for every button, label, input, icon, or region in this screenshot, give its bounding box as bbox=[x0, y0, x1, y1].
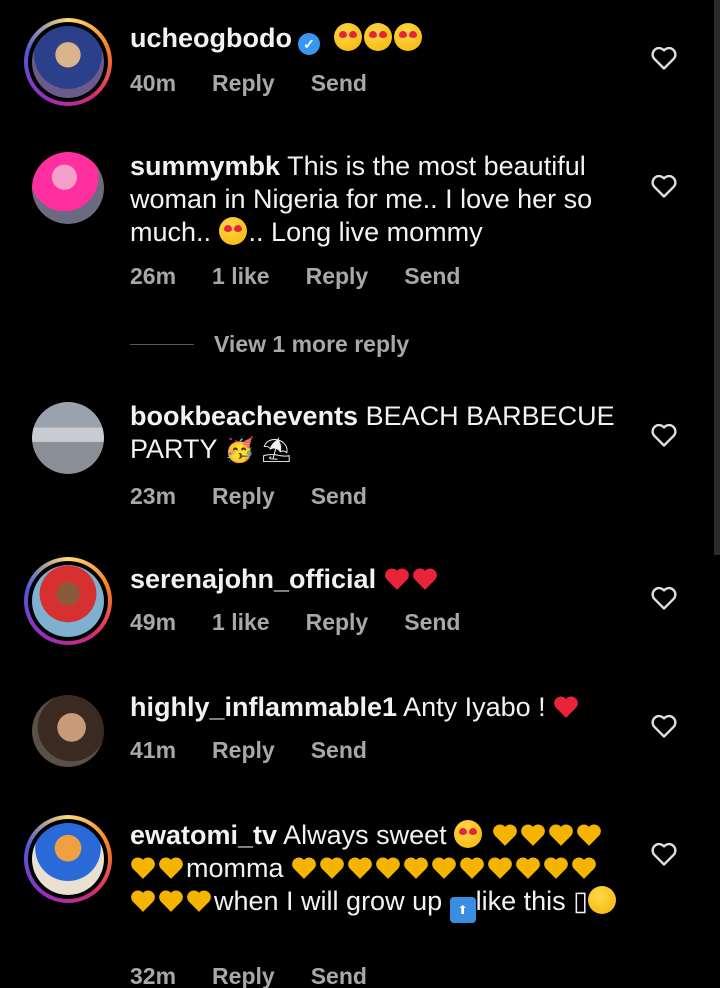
reply-button[interactable]: Reply bbox=[306, 609, 369, 635]
comment-text-momma: momma bbox=[186, 853, 284, 883]
yellow-heart-emoji-icon bbox=[488, 857, 512, 879]
red-heart-emoji-icon bbox=[384, 568, 409, 590]
heart-like-icon[interactable] bbox=[650, 713, 678, 739]
yellow-heart-emoji-icon bbox=[159, 890, 183, 912]
send-button[interactable]: Send bbox=[311, 737, 367, 763]
yellow-heart-emoji-icon bbox=[460, 857, 484, 879]
yellow-heart-emoji-icon bbox=[131, 857, 155, 879]
comment-bookbeachevents: bookbeachevents BEACH BARBECUE PARTY 🥳 ⛱… bbox=[0, 380, 720, 540]
divider bbox=[130, 343, 194, 345]
yellow-heart-emoji-icon bbox=[292, 857, 316, 879]
send-button[interactable]: Send bbox=[311, 70, 367, 96]
yellow-heart-emoji-icon bbox=[516, 857, 540, 879]
comment-ewatomi-tv: ewatomi_tv Always sweet momma when I wil… bbox=[0, 805, 720, 988]
avatar[interactable] bbox=[24, 18, 112, 106]
avatar[interactable] bbox=[24, 815, 112, 903]
comment-serenajohn-official: serenajohn_official 49m 1 like Reply Send bbox=[0, 545, 720, 675]
yellow-heart-emoji-icon bbox=[320, 857, 344, 879]
heart-eyes-emoji-icon bbox=[393, 23, 422, 51]
avatar[interactable] bbox=[24, 144, 112, 232]
top-arrow-emoji-icon: ⬆ bbox=[449, 897, 476, 923]
yellow-heart-emoji-icon bbox=[492, 824, 517, 846]
comment-text: Always sweet bbox=[283, 820, 447, 850]
comment-time: 23m bbox=[130, 483, 177, 509]
yellow-heart-emoji-icon bbox=[348, 857, 372, 879]
comment-time: 40m bbox=[130, 70, 177, 96]
reply-button[interactable]: Reply bbox=[212, 963, 275, 988]
heart-like-icon[interactable] bbox=[650, 585, 678, 611]
heart-like-icon[interactable] bbox=[650, 173, 678, 199]
party-emoji-icon: 🥳 ⛱ bbox=[224, 437, 292, 464]
username[interactable]: highly_inflammable1 bbox=[130, 692, 397, 722]
comment-summymbk: summymbk This is the most beautiful woma… bbox=[0, 130, 720, 320]
yellow-heart-emoji-icon bbox=[131, 890, 155, 912]
send-button[interactable]: Send bbox=[404, 263, 460, 289]
comment-time: 32m bbox=[130, 963, 177, 988]
avatar[interactable] bbox=[24, 687, 112, 775]
comment-time: 49m bbox=[130, 609, 177, 635]
comment-text-like-this: like this bbox=[475, 886, 566, 916]
yellow-heart-emoji-icon bbox=[576, 824, 601, 846]
reply-button[interactable]: Reply bbox=[212, 483, 275, 509]
comment-ucheogbodo: ucheogbodo ✓ 40m Reply Send bbox=[0, 0, 720, 130]
yellow-heart-emoji-icon bbox=[376, 857, 400, 879]
username[interactable]: bookbeachevents bbox=[130, 401, 358, 431]
yellow-heart-emoji-icon bbox=[404, 857, 428, 879]
avatar[interactable] bbox=[24, 557, 112, 645]
heart-eyes-emoji-icon bbox=[218, 217, 247, 245]
avatar[interactable] bbox=[24, 394, 112, 482]
view-more-replies-label: View 1 more reply bbox=[214, 330, 410, 357]
like-count[interactable]: 1 like bbox=[212, 263, 270, 289]
yellow-heart-emoji-icon bbox=[187, 890, 211, 912]
red-heart-emoji-icon bbox=[412, 568, 437, 590]
send-button[interactable]: Send bbox=[404, 609, 460, 635]
username[interactable]: ucheogbodo bbox=[130, 23, 292, 53]
yellow-heart-emoji-icon bbox=[548, 824, 573, 846]
username[interactable]: summymbk bbox=[130, 151, 280, 181]
comment-text-grow-up: when I will grow up bbox=[214, 886, 443, 916]
heart-like-icon[interactable] bbox=[650, 422, 678, 448]
scrollbar[interactable] bbox=[714, 0, 720, 555]
verified-badge-icon: ✓ bbox=[297, 33, 320, 55]
username[interactable]: serenajohn_official bbox=[130, 564, 376, 594]
send-button[interactable]: Send bbox=[311, 963, 367, 988]
view-more-replies-button[interactable]: View 1 more reply bbox=[130, 329, 409, 359]
grimacing-emoji-icon bbox=[588, 886, 617, 914]
yellow-heart-emoji-icon bbox=[432, 857, 456, 879]
comment-highly-inflammable1: highly_inflammable1 Anty Iyabo ! 41m Repl… bbox=[0, 675, 720, 805]
comment-time: 41m bbox=[130, 737, 177, 763]
yellow-heart-emoji-icon bbox=[520, 824, 545, 846]
heart-like-icon[interactable] bbox=[650, 45, 678, 71]
yellow-heart-emoji-icon bbox=[544, 857, 568, 879]
like-count[interactable]: 1 like bbox=[212, 609, 270, 635]
heart-eyes-emoji-icon bbox=[333, 23, 362, 51]
reply-button[interactable]: Reply bbox=[212, 70, 275, 96]
reply-button[interactable]: Reply bbox=[212, 737, 275, 763]
heart-eyes-emoji-icon bbox=[363, 23, 392, 51]
username[interactable]: ewatomi_tv bbox=[130, 820, 277, 850]
yellow-heart-emoji-icon bbox=[572, 857, 596, 879]
yellow-heart-emoji-icon bbox=[159, 857, 183, 879]
comment-time: 26m bbox=[130, 263, 177, 289]
comment-text-continued: .. Long live mommy bbox=[248, 217, 483, 247]
send-button[interactable]: Send bbox=[311, 483, 367, 509]
reply-button[interactable]: Reply bbox=[306, 263, 369, 289]
comment-text: Anty Iyabo ! bbox=[403, 692, 546, 722]
unknown-glyph: ▯ bbox=[573, 886, 589, 916]
heart-like-icon[interactable] bbox=[650, 841, 678, 867]
red-heart-emoji-icon bbox=[554, 696, 579, 718]
heart-eyes-emoji-icon bbox=[454, 820, 483, 848]
